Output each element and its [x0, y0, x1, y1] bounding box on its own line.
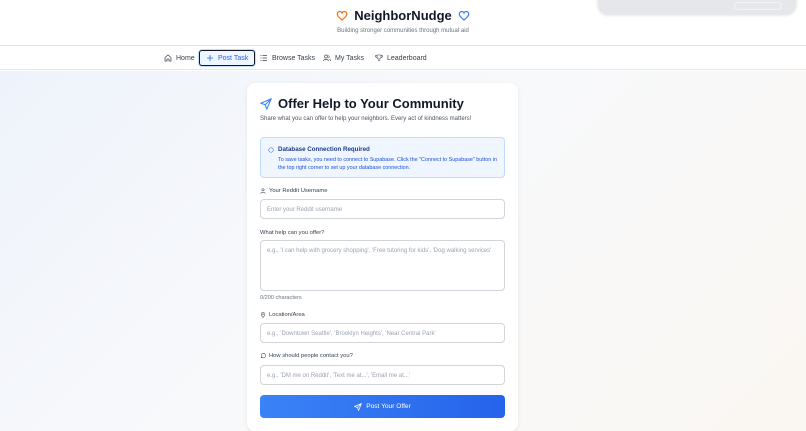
- heart-icon: [458, 10, 470, 21]
- offer-label: What help can you offer?: [260, 230, 324, 236]
- offer-label-text: What help can you offer?: [260, 230, 325, 236]
- username-label: Your Reddit Username: [260, 188, 327, 194]
- contact-input[interactable]: e.g., 'DM me on Reddit', 'Text me at...'…: [260, 365, 505, 385]
- form-title: Offer Help to Your Community: [278, 96, 464, 111]
- home-icon: [164, 54, 172, 62]
- app-header: NeighborNudge Building stronger communit…: [0, 0, 806, 46]
- nav-post-task-label: Post Task: [218, 54, 249, 62]
- map-pin-icon: [260, 312, 266, 318]
- brand: NeighborNudge: [0, 8, 806, 23]
- username-label-text: Your Reddit Username: [269, 188, 328, 194]
- nav-post-task[interactable]: Post Task: [199, 50, 256, 66]
- nav-home[interactable]: Home: [158, 50, 201, 66]
- nav-browse-tasks[interactable]: Browse Tasks: [254, 50, 321, 66]
- main-nav: Home Post Task Browse Tasks My Tasks Lea…: [0, 46, 806, 70]
- form-subtitle: Share what you can offer to help your ne…: [260, 116, 472, 122]
- nav-leaderboard-label: Leaderboard: [387, 54, 427, 62]
- offer-form-card: Offer Help to Your Community Share what …: [247, 83, 518, 431]
- contact-label: How should people contact you?: [260, 353, 353, 359]
- contact-label-text: How should people contact you?: [269, 353, 353, 359]
- list-icon: [260, 55, 267, 61]
- username-input[interactable]: Enter your Reddit username: [260, 199, 505, 219]
- send-icon: [354, 402, 363, 411]
- character-counter: 0/200 characters: [260, 295, 302, 301]
- nav-leaderboard[interactable]: Leaderboard: [369, 50, 433, 66]
- nav-my-tasks-label: My Tasks: [335, 54, 365, 62]
- nav-my-tasks[interactable]: My Tasks: [317, 50, 370, 66]
- location-label-text: Location/Area: [269, 312, 305, 318]
- plus-icon: [207, 55, 213, 61]
- post-offer-button[interactable]: Post Your Offer: [260, 395, 505, 418]
- database-alert: Database Connection Required To save tas…: [260, 137, 505, 178]
- form-heading: Offer Help to Your Community: [260, 96, 464, 111]
- message-circle-icon: [260, 353, 266, 359]
- nav-browse-tasks-label: Browse Tasks: [272, 54, 316, 62]
- app-title: NeighborNudge: [354, 8, 452, 23]
- offer-textarea[interactable]: e.g., 'I can help with grocery shopping'…: [260, 240, 505, 291]
- location-input[interactable]: e.g., 'Downtown Seattle', 'Brooklyn Heig…: [260, 323, 505, 343]
- post-offer-label: Post Your Offer: [366, 403, 411, 410]
- nav-home-label: Home: [176, 54, 195, 62]
- heart-icon: [336, 10, 348, 21]
- user-icon: [260, 188, 266, 194]
- alert-body: To save tasks, you need to connect to Su…: [278, 157, 497, 171]
- info-circle-icon: [268, 147, 274, 153]
- tagline: Building stronger communities through mu…: [337, 28, 469, 34]
- location-label: Location/Area: [260, 312, 305, 318]
- alert-title: Database Connection Required: [278, 146, 370, 153]
- trophy-icon: [375, 54, 383, 61]
- send-icon: [260, 97, 272, 110]
- users-icon: [323, 54, 331, 62]
